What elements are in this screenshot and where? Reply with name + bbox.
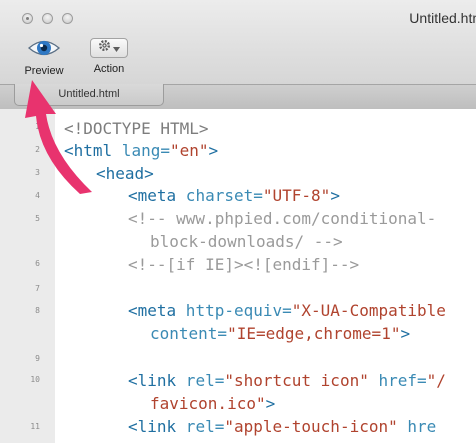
line-number-gutter: 1 2 3 4 5 6 7 8 9 10 11 — [0, 109, 55, 443]
code-token: "en" — [169, 141, 209, 160]
code-line: <!-- www.phpied.com/conditional- — [128, 209, 436, 229]
line-number: 6 — [35, 259, 40, 268]
line-number: 8 — [35, 306, 40, 315]
code-line: block-downloads/ --> — [150, 232, 343, 252]
code-token: <meta — [128, 186, 177, 205]
code-token: <!DOCTYPE HTML> — [64, 119, 209, 138]
code-token: <link — [128, 371, 177, 390]
code-token: "IE=edge,chrome=1" — [227, 324, 401, 343]
line-number: 3 — [35, 168, 40, 177]
code-token: "/ — [426, 371, 446, 390]
line-number: 1 — [35, 122, 40, 131]
code-token: > — [265, 394, 276, 413]
tab-label: Untitled.html — [58, 88, 120, 100]
title-bar: Untitled.htm Preview — [0, 0, 476, 93]
eye-icon — [27, 36, 61, 60]
gear-icon — [98, 39, 111, 57]
code-token: <link — [128, 417, 177, 436]
code-line: <meta http-equiv="X-UA-Compatible — [128, 301, 446, 321]
chevron-down-icon — [113, 39, 120, 57]
code-token: "UTF-8" — [262, 186, 331, 205]
code-token: <!-- www.phpied.com/conditional- — [128, 209, 437, 228]
code-editor[interactable]: 1 2 3 4 5 6 7 8 9 10 11 <!DOCTYPE HTML> <html lang=… — [0, 109, 476, 443]
code-token: <head> — [96, 164, 154, 183]
code-token: lang= — [112, 141, 170, 160]
code-token: > — [208, 141, 219, 160]
minimize-window-button[interactable] — [42, 13, 53, 24]
code-token: charset= — [176, 186, 263, 205]
code-token: block-downloads/ --> — [150, 232, 343, 251]
code-token: http-equiv= — [176, 301, 292, 320]
code-token: href= — [368, 371, 427, 390]
code-token: "shortcut icon" — [224, 371, 369, 390]
line-number: 10 — [30, 375, 40, 384]
editor-window: Untitled.htm Preview — [0, 0, 476, 443]
line-number: 5 — [35, 214, 40, 223]
tab-untitled[interactable]: ✕ Untitled.html — [14, 84, 164, 106]
code-line: <html lang="en"> — [64, 141, 218, 161]
code-token: <meta — [128, 301, 177, 320]
window-title: Untitled.htm — [409, 10, 476, 26]
preview-button[interactable]: Preview — [20, 36, 68, 77]
code-token: favicon.ico" — [150, 394, 266, 413]
code-line: <link rel="shortcut icon" href="/ — [128, 371, 446, 391]
close-tab-icon[interactable]: ✕ — [33, 90, 41, 99]
code-token: "X-UA-Compatible — [291, 301, 446, 320]
code-token: rel= — [176, 417, 225, 436]
code-line: <!--[if IE]><![endif]--> — [128, 255, 359, 275]
code-line: <head> — [96, 164, 154, 184]
code-token: content= — [150, 324, 228, 343]
code-line: <link rel="apple-touch-icon" hre — [128, 417, 436, 437]
code-token: rel= — [176, 371, 225, 390]
code-token: > — [400, 324, 411, 343]
line-number: 11 — [30, 422, 40, 431]
code-token: "apple-touch-icon" — [224, 417, 398, 436]
action-menu-button[interactable] — [90, 38, 128, 58]
code-token: <!--[if IE]><![endif]--> — [128, 255, 360, 274]
code-token: hre — [397, 417, 437, 436]
action-button[interactable]: Action — [84, 36, 134, 75]
line-number: 7 — [35, 284, 40, 293]
code-line: <meta charset="UTF-8"> — [128, 186, 340, 206]
action-label: Action — [93, 63, 125, 75]
close-window-button[interactable] — [22, 13, 33, 24]
code-token: <html — [64, 141, 113, 160]
code-token: > — [330, 186, 340, 205]
zoom-window-button[interactable] — [62, 13, 73, 24]
line-number: 2 — [35, 145, 40, 154]
preview-label: Preview — [24, 65, 64, 77]
tab-bar: ✕ Untitled.html — [0, 84, 476, 110]
code-line: content="IE=edge,chrome=1"> — [150, 324, 410, 344]
line-number: 9 — [35, 354, 40, 363]
code-line: <!DOCTYPE HTML> — [64, 119, 209, 139]
line-number: 4 — [35, 191, 40, 200]
code-line: favicon.ico"> — [150, 394, 275, 414]
